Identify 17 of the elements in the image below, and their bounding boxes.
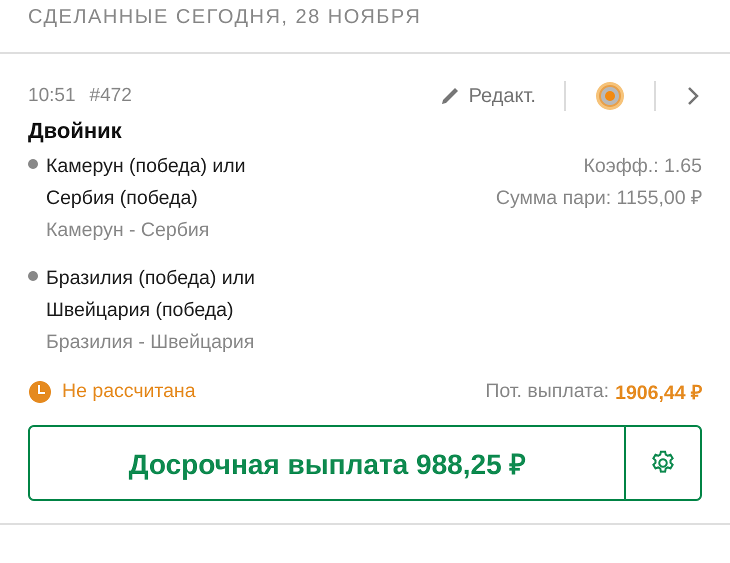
bet-time: 10:51 [28,85,76,107]
target-icon[interactable] [594,80,626,112]
selection-pick: Бразилия (победа) или Швейцария (победа) [46,266,256,323]
potential-payout-label: Пот. выплата: [485,380,610,403]
stake: Сумма пари: 1155,00 ₽ [496,186,702,211]
section-title: СДЕЛАННЫЕ СЕГОДНЯ, 28 НОЯБРЯ [28,6,422,28]
match-name: Бразилия - Швейцария [46,330,256,355]
match-name: Камерун - Сербия [46,218,210,243]
bullet-icon [28,159,38,169]
bet-number: #472 [90,85,132,107]
potential-payout-value: 1906,44 ₽ [615,381,702,405]
bet-type: Двойник [28,118,123,144]
edit-button[interactable]: Редакт. [438,84,536,108]
bet-status: Не рассчитана [62,380,196,403]
bullet-icon [28,271,38,281]
odds: Коэфф.: 1.65 [582,154,702,179]
selection-pick: Камерун (победа) или Сербия (победа) [46,154,247,211]
